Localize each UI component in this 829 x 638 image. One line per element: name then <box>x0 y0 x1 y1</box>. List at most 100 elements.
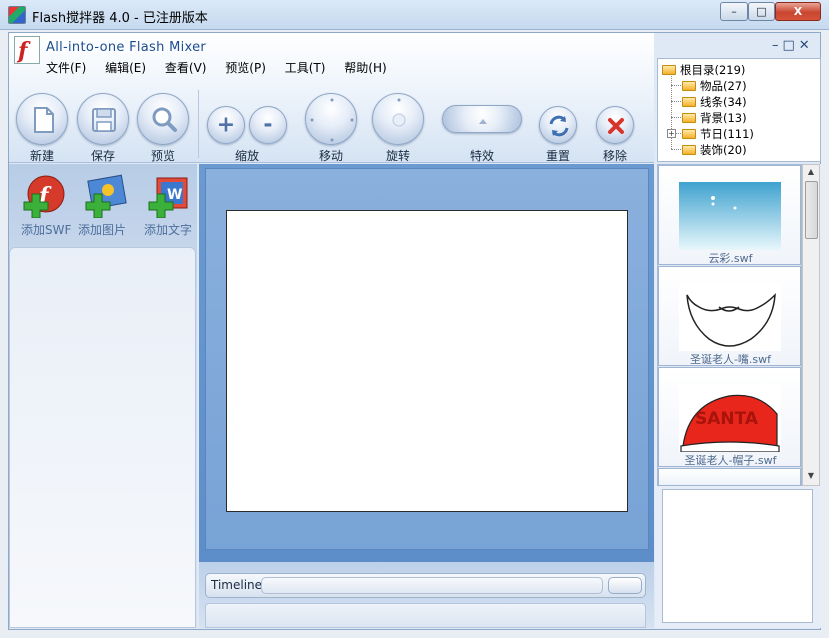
zoom-in-button[interactable]: + <box>207 106 245 144</box>
save-label: 保存 <box>90 149 115 163</box>
tree-connector <box>671 85 681 86</box>
open-folder-icon <box>662 65 676 75</box>
image-plus-icon <box>85 174 127 218</box>
scrollbar-thumb[interactable] <box>805 181 818 239</box>
timeline-slider[interactable] <box>261 577 603 594</box>
santa-hat-thumbnail: SANTA <box>679 384 781 452</box>
add-text-label: 添加文字 <box>144 223 193 237</box>
tree-item-lines[interactable]: 线条(34) <box>682 94 747 110</box>
minimize-button[interactable]: – <box>720 2 748 21</box>
tree-item-holidays[interactable]: 节日(111) <box>682 126 754 142</box>
timeline-play-button[interactable] <box>608 577 642 594</box>
plus-icon: + <box>216 112 236 138</box>
new-label: 新建 <box>29 149 54 163</box>
library-item[interactable]: 云彩.swf <box>658 165 801 265</box>
scroll-up-icon[interactable]: ▲ <box>805 167 817 176</box>
preview-label: 预览 <box>150 149 175 163</box>
tree-connector <box>671 117 681 118</box>
reset-label: 重置 <box>545 149 570 163</box>
maximize-button[interactable]: □ <box>748 2 775 21</box>
tree-item-backgrounds[interactable]: 背景(13) <box>682 110 747 126</box>
tree-root-label: 根目录(219) <box>680 63 746 77</box>
folder-icon <box>682 97 696 107</box>
library-item[interactable]: 圣诞老人-嘴.swf <box>658 266 801 366</box>
tree-expand-toggle[interactable]: + <box>667 129 676 138</box>
tree-item-label: 物品(27) <box>700 79 747 93</box>
timeline-frames[interactable] <box>205 603 646 628</box>
remove-button[interactable] <box>596 106 634 144</box>
svg-text:W: W <box>167 187 182 203</box>
library-item-name: 圣诞老人-帽子.swf <box>684 454 777 467</box>
app-logo-icon: f <box>14 36 40 64</box>
tree-item-decorations[interactable]: 装饰(20) <box>682 142 747 158</box>
tree-item-label: 线条(34) <box>700 95 747 109</box>
scroll-down-icon[interactable]: ▼ <box>805 471 817 480</box>
save-button[interactable] <box>77 93 129 145</box>
remove-x-icon <box>608 118 624 134</box>
tree-connector <box>671 101 681 102</box>
tree-item-label: 背景(13) <box>700 111 747 125</box>
library-item-partial[interactable] <box>658 468 801 486</box>
flash-app-icon <box>8 6 26 24</box>
folder-icon <box>682 81 696 91</box>
santa-hat-text: SANTA <box>695 409 759 429</box>
remove-label: 移除 <box>602 149 627 163</box>
text-plus-icon: W <box>148 177 188 218</box>
library-item[interactable]: SANTA 圣诞老人-帽子.swf <box>658 367 801 467</box>
window-titlebar: Flash搅拌器 4.0 - 已注册版本 – □ X <box>0 0 829 30</box>
effects-arrow-icon <box>479 119 487 124</box>
zoom-out-button[interactable]: - <box>249 106 287 144</box>
tree-connector <box>671 76 672 149</box>
add-swf-label: 添加SWF <box>21 223 72 237</box>
magnifier-icon <box>152 107 177 132</box>
stage-canvas[interactable] <box>226 210 628 512</box>
clouds-thumbnail <box>679 182 781 250</box>
add-text-button[interactable]: W <box>141 174 191 218</box>
preview-button[interactable] <box>137 93 189 145</box>
save-disk-icon <box>92 108 116 132</box>
add-image-button[interactable] <box>78 174 128 218</box>
menu-help[interactable]: 帮助(H) <box>344 61 386 75</box>
effects-button[interactable] <box>442 105 522 133</box>
minus-icon: - <box>263 112 273 138</box>
reset-button[interactable] <box>539 106 577 144</box>
add-swf-button[interactable]: f <box>16 174 66 218</box>
menu-file[interactable]: 文件(F) <box>46 61 86 75</box>
move-label: 移动 <box>318 149 343 163</box>
menu-tools[interactable]: 工具(T) <box>285 61 326 75</box>
mdi-window-controls[interactable]: –□✕ <box>772 38 814 53</box>
library-scrollbar[interactable]: ▲ ▼ <box>802 164 820 486</box>
close-button[interactable]: X <box>775 2 821 21</box>
menu-bar: 文件(F) 编辑(E) 查看(V) 预览(P) 工具(T) 帮助(H) <box>46 59 402 75</box>
folder-icon <box>682 129 696 139</box>
tree-item-label: 节日(111) <box>700 127 754 141</box>
menu-preview[interactable]: 预览(P) <box>225 61 266 75</box>
rotate-label: 旋转 <box>385 149 410 163</box>
move-button[interactable] <box>305 93 357 145</box>
folder-icon <box>682 113 696 123</box>
menu-edit[interactable]: 编辑(E) <box>105 61 146 75</box>
tree-root[interactable]: 根目录(219) <box>662 62 745 78</box>
timeline-label: Timeline <box>211 578 263 592</box>
tree-connector <box>671 149 681 150</box>
rotate-button[interactable] <box>372 93 424 145</box>
move-arrows-icon <box>310 98 354 142</box>
preview-pane <box>662 489 813 623</box>
add-image-label: 添加图片 <box>78 223 127 237</box>
folder-icon <box>682 145 696 155</box>
tree-item-items[interactable]: 物品(27) <box>682 78 747 94</box>
reset-arrows-icon <box>549 115 569 137</box>
menu-view[interactable]: 查看(V) <box>165 61 207 75</box>
library-item-name: 云彩.swf <box>708 252 753 265</box>
library-item-name: 圣诞老人-嘴.swf <box>689 353 772 366</box>
layer-list[interactable] <box>9 247 196 628</box>
new-document-icon <box>34 107 54 133</box>
effects-label: 特效 <box>469 149 494 163</box>
app-name: All-into-one Flash Mixer <box>46 40 207 55</box>
window-title: Flash搅拌器 4.0 - 已注册版本 <box>32 11 208 26</box>
new-button[interactable] <box>16 93 68 145</box>
rotate-icon <box>392 98 406 127</box>
flash-plus-icon: f <box>23 175 65 218</box>
toolbar-separator <box>198 90 199 158</box>
santa-beard-thumbnail <box>679 283 781 351</box>
